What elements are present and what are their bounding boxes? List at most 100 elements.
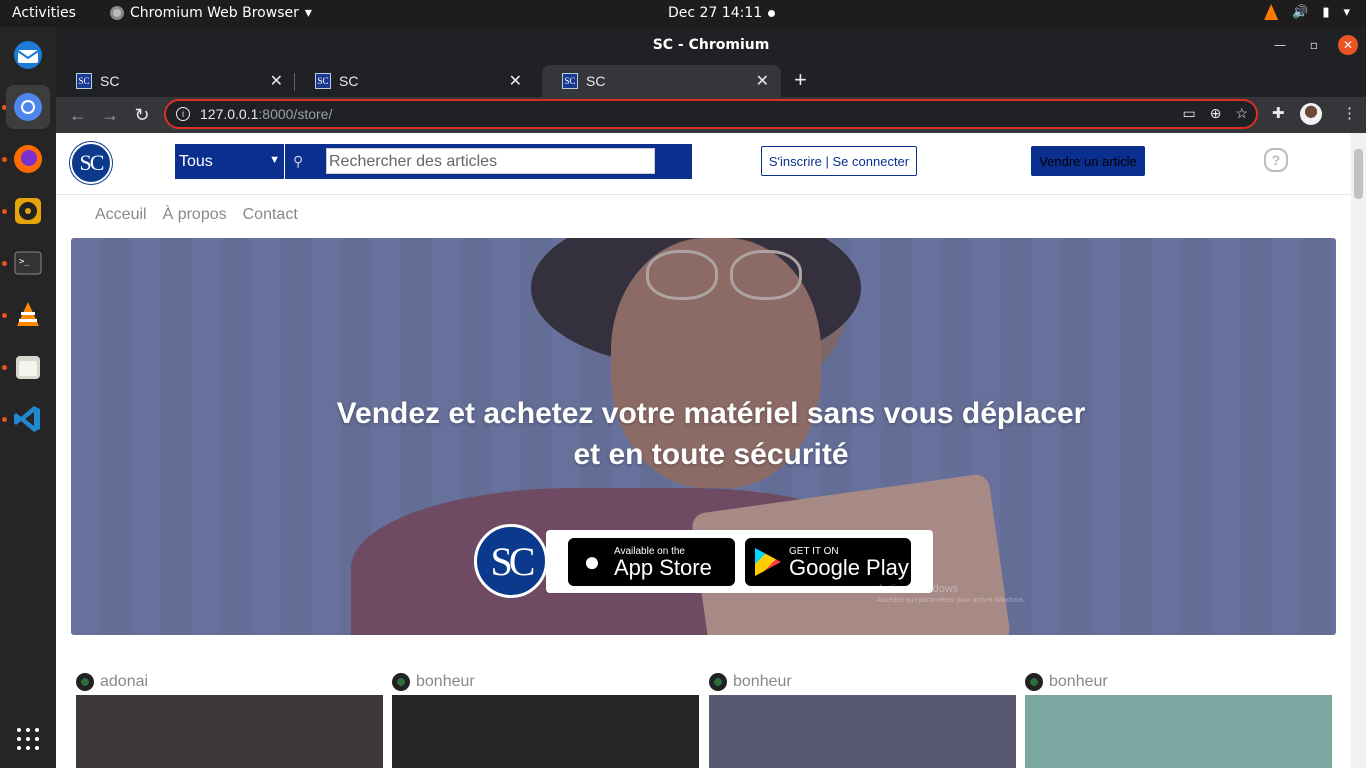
sc-favicon-icon: SC: [315, 73, 331, 89]
seller-name: bonheur: [733, 673, 792, 690]
web-page: SC Tous ▼ ⚲ Rechercher des articles S'in…: [56, 133, 1351, 768]
seller-row[interactable]: bonheur: [709, 671, 1016, 693]
close-window-icon[interactable]: ✕: [1338, 35, 1358, 55]
seller-name: bonheur: [1049, 673, 1108, 690]
category-select-value: Tous: [179, 152, 213, 170]
page-scrollbar[interactable]: [1351, 133, 1366, 768]
show-applications-icon[interactable]: [17, 728, 39, 750]
close-tab-icon[interactable]: ✕: [756, 71, 769, 91]
system-tray[interactable]: 🔊 ▮ ▾: [1264, 4, 1350, 20]
product-card[interactable]: bonheur: [709, 671, 1016, 768]
category-select[interactable]: Tous ▼: [175, 144, 285, 179]
product-image[interactable]: [76, 695, 383, 768]
app-store-big-text: App Store: [614, 554, 712, 580]
site-logo[interactable]: SC: [70, 142, 112, 184]
search-input[interactable]: Rechercher des articles: [326, 148, 655, 174]
forward-arrow-icon[interactable]: →: [98, 103, 122, 127]
cast-icon[interactable]: ▭: [1182, 105, 1195, 122]
product-cards: adonai bonheur bonheur bonheur: [76, 671, 1336, 768]
hero-banner: Vendez et achetez votre matériel sans vo…: [71, 238, 1336, 635]
product-image[interactable]: [709, 695, 1016, 768]
battery-icon[interactable]: ▮: [1322, 5, 1329, 20]
url-host: 127.0.0.1: [200, 106, 259, 122]
scrollbar-thumb[interactable]: [1354, 149, 1363, 199]
window-titlebar[interactable]: SC - Chromium — ▫ ✕: [56, 27, 1366, 63]
system-menu-caret-icon[interactable]: ▾: [1343, 5, 1350, 20]
back-arrow-icon[interactable]: ←: [66, 103, 90, 127]
firefox-icon[interactable]: [6, 137, 50, 181]
rhythmbox-icon[interactable]: [6, 189, 50, 233]
nav-home[interactable]: Acceuil: [95, 206, 147, 224]
search-bar: Tous ▼ ⚲ Rechercher des articles: [175, 144, 692, 179]
product-image[interactable]: [1025, 695, 1332, 768]
close-tab-icon[interactable]: ✕: [270, 71, 283, 91]
maximize-icon[interactable]: ▫: [1304, 35, 1324, 55]
vlc-tray-icon[interactable]: [1264, 4, 1279, 20]
tab-2[interactable]: SC SC ✕: [295, 65, 534, 97]
app-menu-label: Chromium Web Browser: [130, 5, 299, 21]
google-play-icon: [755, 548, 781, 576]
sell-item-button[interactable]: Vendre un article: [1031, 146, 1145, 176]
clock[interactable]: Dec 27 14:11: [668, 5, 762, 21]
nav-contact[interactable]: Contact: [243, 206, 298, 224]
app-menu[interactable]: Chromium Web Browser ▾: [110, 5, 312, 21]
install-app-icon[interactable]: ⊕: [1210, 105, 1222, 122]
window-title: SC - Chromium: [652, 37, 770, 53]
seller-name: bonheur: [416, 673, 475, 690]
chromium-small-icon: [110, 6, 124, 20]
product-card[interactable]: bonheur: [1025, 671, 1332, 768]
chevron-down-icon: ▼: [269, 154, 280, 166]
close-tab-icon[interactable]: ✕: [509, 71, 522, 91]
site-nav: Acceuil À propos Contact: [95, 206, 298, 224]
help-icon[interactable]: ?: [1264, 148, 1288, 172]
seller-avatar: [392, 673, 410, 691]
app-store-badge[interactable]: ● Available on the App Store: [568, 538, 735, 586]
product-image[interactable]: [392, 695, 699, 768]
nav-about[interactable]: À propos: [163, 206, 227, 224]
watermark-line-1: Activer Windows: [877, 583, 959, 595]
seller-row[interactable]: bonheur: [1025, 671, 1332, 693]
vlc-icon[interactable]: [6, 293, 50, 337]
minimize-icon[interactable]: —: [1270, 35, 1290, 55]
seller-row[interactable]: adonai: [76, 671, 383, 693]
bookmark-star-icon[interactable]: ☆: [1235, 105, 1248, 122]
tab-title: SC: [586, 73, 606, 89]
site-header: SC Tous ▼ ⚲ Rechercher des articles S'in…: [56, 133, 1351, 195]
google-play-big-text: Google Play: [789, 554, 909, 580]
seller-avatar: [709, 673, 727, 691]
hero-logo: SC: [474, 524, 548, 598]
windows-activation-watermark: Activer Windows Accédez aux paramètres p…: [877, 583, 1025, 607]
product-card[interactable]: bonheur: [392, 671, 699, 768]
caret-down-icon: ▾: [304, 5, 312, 21]
activities-button[interactable]: Activities: [12, 5, 76, 21]
seller-row[interactable]: bonheur: [392, 671, 699, 693]
reload-icon[interactable]: ↻: [130, 103, 154, 127]
extensions-puzzle-icon[interactable]: ✚: [1272, 104, 1285, 122]
signup-login-button[interactable]: S'inscrire | Se connecter: [761, 146, 917, 176]
hero-title: Vendez et achetez votre matériel sans vo…: [336, 397, 1086, 471]
url-path: :8000/store/: [258, 106, 333, 122]
site-info-icon[interactable]: i: [176, 107, 190, 121]
address-bar[interactable]: i 127.0.0.1 :8000/store/ ▭ ⊕ ☆: [164, 99, 1258, 129]
seller-avatar: [76, 673, 94, 691]
thunderbird-icon[interactable]: [6, 33, 50, 77]
tab-1[interactable]: SC SC ✕: [56, 65, 295, 97]
watermark-line-2: Accédez aux paramètres pour activer Wind…: [877, 597, 1026, 604]
apple-icon: ●: [583, 546, 601, 577]
files-icon[interactable]: [6, 345, 50, 389]
google-play-badge[interactable]: GET IT ON Google Play: [745, 538, 911, 586]
menu-kebab-icon[interactable]: ⋮: [1342, 104, 1357, 122]
svg-text:>_: >_: [19, 257, 30, 267]
profile-avatar[interactable]: [1300, 103, 1322, 125]
sc-favicon-icon: SC: [76, 73, 92, 89]
terminal-icon[interactable]: >_: [6, 241, 50, 285]
new-tab-plus-icon[interactable]: +: [794, 67, 807, 93]
vscode-icon[interactable]: [6, 397, 50, 441]
tab-strip: SC SC ✕ SC SC ✕ SC SC ✕ +: [56, 63, 1366, 97]
search-icon[interactable]: ⚲: [293, 153, 303, 170]
volume-icon[interactable]: 🔊: [1292, 5, 1308, 20]
dock: >_: [0, 27, 56, 768]
chromium-icon[interactable]: [6, 85, 50, 129]
tab-3-active[interactable]: SC SC ✕: [542, 65, 781, 97]
product-card[interactable]: adonai: [76, 671, 383, 768]
